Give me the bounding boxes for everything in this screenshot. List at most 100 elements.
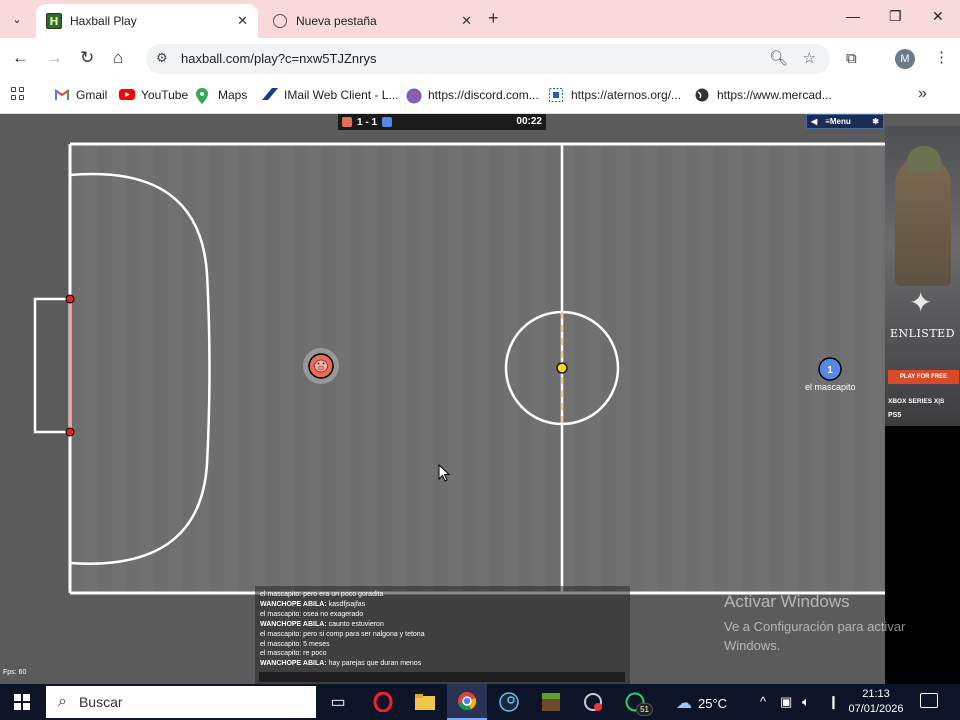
chrome-taskbar-icon[interactable] [447,684,487,720]
search-placeholder: Buscar [78,694,123,710]
discord-icon [406,88,422,104]
chat-message: WANCHOPE ABILA: hay parejas que duran me… [260,659,625,669]
chat-message: WANCHOPE ABILA: kasdfjsajfas [260,600,625,610]
chat-author: WANCHOPE ABILA: [260,620,327,628]
minecraft-icon[interactable] [531,684,571,720]
globe-icon [695,88,711,102]
maps-icon [196,88,212,104]
bookmark-aternos[interactable]: https://aternos.org/... [549,88,681,102]
settings-icon[interactable]: ✱ [868,117,883,126]
bookmark-imail[interactable]: IMail Web Client - L... [262,88,398,102]
whatsapp-badge: 51 [636,703,653,716]
chat-text: el mascapito: osea no exagerado [260,610,364,618]
tab-haxball[interactable]: H Haxball Play ✕ [36,4,258,38]
bookmark-star-icon[interactable]: ☆ [803,49,816,67]
chat-text: kasdfjsajfas [326,600,366,608]
restore-button[interactable]: ❐ [889,8,902,25]
bookmark-gmail[interactable]: Gmail [54,88,107,102]
opera-icon[interactable] [363,684,403,720]
weather-widget[interactable]: ☁ 25°C [676,693,727,713]
tab-title: Haxball Play [70,14,137,28]
chat-message: el mascapito: re poco [260,649,625,659]
play-icon[interactable]: ◀ [807,117,821,126]
zoom-icon[interactable]: 🔍︎ [769,49,788,67]
close-window-button[interactable]: ✕ [932,8,944,25]
bookmark-discord[interactable]: https://discord.com... [406,88,539,104]
menu-button[interactable]: ≡Menu [821,117,868,126]
watermark-title: Activar Windows [724,592,850,611]
microphone-icon[interactable]: ❙ [828,694,839,710]
pitch-surface [70,144,885,593]
file-explorer-icon[interactable] [405,684,445,720]
chat-text: hay parejas que duran menos [326,660,422,668]
windows-taskbar: ⌕ Buscar ▭ 51 ☁ 25°C ^ ▣ 🔈︎ ❙ 21:13 07/0… [0,684,960,720]
youtube-icon [119,88,135,102]
globe-icon [272,13,288,29]
chat-message: el mascapito: 5 meses [260,640,625,650]
app-icon[interactable] [573,684,613,720]
site-info-icon[interactable]: ⚙ [156,50,168,66]
apps-grid-icon[interactable] [11,87,25,101]
tab-search-button[interactable]: ⌄ [6,8,28,30]
close-tab-icon[interactable]: ✕ [237,13,248,29]
minimize-button[interactable]: — [846,8,860,24]
watermark-subtitle: Ve a Configuración para activar Windows. [724,619,906,653]
reload-button[interactable]: ↻ [80,48,94,68]
blue-player-number: 1 [827,365,833,376]
more-bookmarks-icon[interactable]: » [918,85,927,103]
scoreboard: 1 - 1 00:22 [338,114,546,130]
whatsapp-icon[interactable]: 51 [615,684,655,720]
ps5-label: PS5 [888,412,902,419]
bookmark-maps[interactable]: Maps [196,88,247,104]
cloud-icon: ☁ [676,695,692,712]
chevron-up-icon[interactable]: ^ [760,694,766,709]
browser-toolbar: ← → ↻ ⌂ ⚙ haxball.com/play?c=nxw5TJZnrys… [0,38,960,80]
system-clock[interactable]: 21:13 07/01/2026 [848,687,904,717]
score: 1 - 1 [357,116,378,128]
tab-strip: ⌄ H Haxball Play ✕ Nueva pestaña ✕ + — ❐… [0,0,960,38]
chat-message: el mascapito: pero si comp para ser nalg… [260,630,625,640]
game-canvas[interactable]: 1 1 - 1 00:22 ◀ ≡Menu ✱ el mascapito ✦ E… [0,114,960,684]
profile-avatar[interactable]: M [895,49,915,69]
bookmark-mercado[interactable]: https://www.mercad... [695,88,832,102]
home-button[interactable]: ⌂ [113,48,123,68]
notifications-icon[interactable] [920,693,938,708]
back-button[interactable]: ← [12,48,29,68]
game-menu-bar: ◀ ≡Menu ✱ [806,114,884,129]
star-icon: ✦ [909,287,933,318]
chat-author: WANCHOPE ABILA: [260,660,327,668]
extensions-icon[interactable]: ⧉ [846,50,857,67]
chat-text: caunto estuvieron [326,620,384,628]
clock-time: 21:13 [862,688,890,700]
helmet-image [907,146,941,172]
chat-box: el mascapito: pero era un poco goradita W… [255,586,630,684]
more-options-icon[interactable]: ⋮ [934,48,949,66]
address-bar[interactable]: ⚙ haxball.com/play?c=nxw5TJZnrys 🔍︎ ☆ [146,44,830,74]
soldier-image [895,156,951,286]
volume-icon[interactable]: 🔈︎ [802,694,810,710]
windows-start-icon[interactable] [14,694,30,710]
play-free-label: PLAY FOR FREE [899,374,948,380]
fps-counter: Fps: 60 [3,669,27,676]
chat-text: el mascapito: 5 meses [260,640,330,648]
network-icon[interactable]: ▣ [780,694,792,710]
goal-post-bottom [65,427,75,437]
close-tab-icon[interactable]: ✕ [461,13,472,29]
play-free-button[interactable]: PLAY FOR FREE [888,370,959,384]
blue-team-swatch [382,117,393,127]
steam-icon[interactable] [489,684,529,720]
temperature: 25°C [698,695,728,711]
ad-banner[interactable]: ✦ ENLISTED PLAY FOR FREE XBOX SERIES X|S… [885,126,960,426]
bookmark-youtube[interactable]: YouTube [119,88,188,102]
chat-input[interactable] [259,672,625,682]
ball [556,362,568,374]
taskbar-search-box[interactable]: ⌕ Buscar [46,686,316,718]
url-text[interactable]: haxball.com/play?c=nxw5TJZnrys [181,51,376,66]
tab-new-tab[interactable]: Nueva pestaña ✕ [262,4,482,38]
new-tab-button[interactable]: + [488,8,499,29]
goal-post-top [65,294,75,304]
task-view-icon[interactable]: ▭ [318,684,358,720]
forward-button[interactable]: → [46,48,63,68]
tab-title: Nueva pestaña [296,14,377,28]
activate-windows-watermark: Activar Windows Ve a Configuración para … [724,592,929,655]
